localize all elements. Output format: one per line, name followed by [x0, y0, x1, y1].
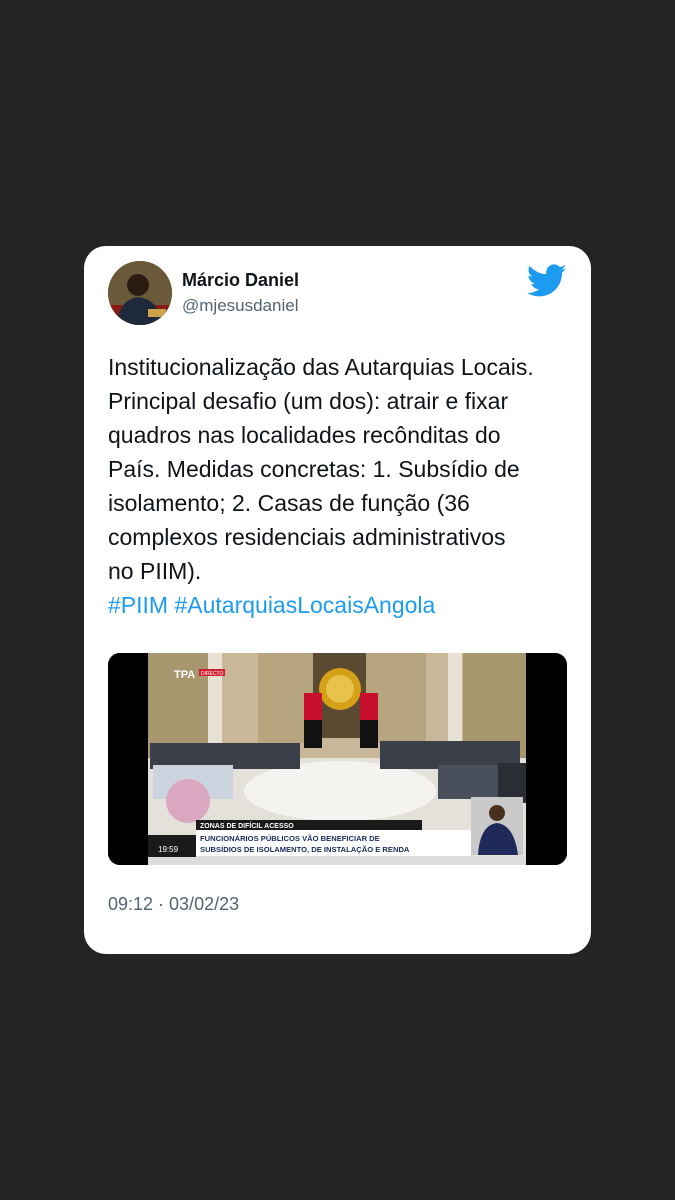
live-badge: DIRECTO	[201, 671, 224, 677]
hashtag-piim[interactable]: #PIIM	[108, 592, 168, 618]
tweet-line: Institucionalização das Autarquias Locai…	[108, 354, 534, 380]
headline-line-1: FUNCIONÁRIOS PÚBLICOS VÃO BENEFICIAR DE	[200, 834, 380, 843]
broadcast-clock: 19:59	[158, 845, 179, 854]
channel-logo: TPA	[174, 669, 195, 681]
tweet-line: isolamento; 2. Casas de função (36	[108, 490, 470, 516]
tweet-line: quadros nas localidades recônditas do	[108, 422, 501, 448]
tweet-timestamp[interactable]: 09:12 · 03/02/23	[108, 894, 239, 915]
user-handle[interactable]: @mjesusdaniel	[182, 296, 298, 316]
twitter-bird-icon	[527, 264, 567, 298]
tweet-line: no PIIM).	[108, 558, 202, 584]
hashtag-line: #PIIM #AutarquiasLocaisAngola	[108, 588, 578, 622]
tweet-body: Institucionalização das Autarquias Locai…	[108, 350, 578, 622]
profile-avatar[interactable]	[108, 261, 172, 325]
hashtag-autarquias[interactable]: #AutarquiasLocaisAngola	[174, 592, 435, 618]
tweet-card: Márcio Daniel @mjesusdaniel Instituciona…	[84, 246, 591, 954]
tweet-line: complexos residenciais administrativos	[108, 524, 506, 550]
tweet-line: Principal desafio (um dos): atrair e fix…	[108, 388, 509, 414]
tweet-media-image[interactable]: TPA DIRECTO ZONAS DE DIFÍCIL ACESSO 19:5…	[108, 653, 567, 865]
user-display-name[interactable]: Márcio Daniel	[182, 270, 299, 291]
lower-third-label: ZONAS DE DIFÍCIL ACESSO	[200, 821, 294, 830]
tweet-line: País. Medidas concretas: 1. Subsídio de	[108, 456, 520, 482]
headline-line-2: SUBSÍDIOS DE ISOLAMENTO, DE INSTALAÇÃO E…	[200, 845, 410, 854]
